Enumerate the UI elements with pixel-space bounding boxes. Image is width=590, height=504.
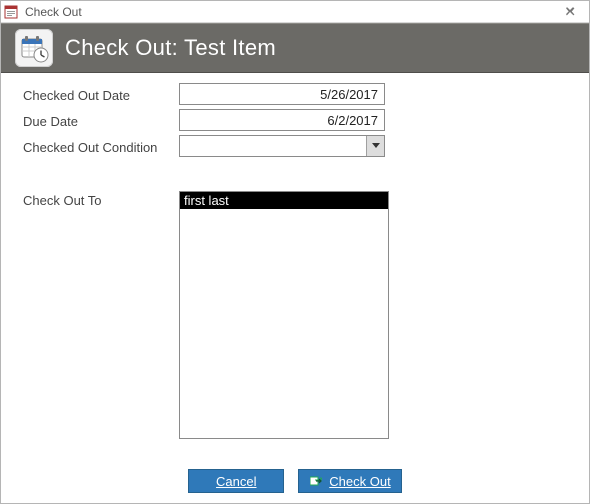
window-title: Check Out	[23, 5, 553, 19]
checked-out-date-input[interactable]	[179, 83, 385, 105]
form-icon	[3, 4, 19, 20]
check-out-to-listbox[interactable]: first last	[179, 191, 389, 439]
checked-out-date-label: Checked Out Date	[23, 86, 179, 103]
header-band: Check Out: Test Item	[1, 23, 589, 73]
header-title: Check Out: Test Item	[65, 35, 276, 61]
cancel-button-label: Cancel	[216, 474, 256, 489]
due-date-input[interactable]	[179, 109, 385, 131]
due-date-label: Due Date	[23, 112, 179, 129]
row-due-date: Due Date	[23, 109, 567, 131]
calendar-clock-icon	[15, 29, 53, 67]
button-row: Cancel Check Out	[1, 457, 589, 503]
close-button[interactable]	[557, 4, 585, 20]
cancel-button[interactable]: Cancel	[188, 469, 284, 493]
check-out-button[interactable]: Check Out	[298, 469, 401, 493]
titlebar: Check Out	[1, 1, 589, 23]
condition-value	[180, 136, 366, 156]
row-checked-out-date: Checked Out Date	[23, 83, 567, 105]
check-out-to-label: Check Out To	[23, 191, 179, 208]
condition-combobox[interactable]	[179, 135, 385, 157]
chevron-down-icon[interactable]	[366, 136, 384, 156]
check-out-button-label: Check Out	[329, 474, 390, 489]
form-area: Checked Out Date Due Date Checked Out Co…	[1, 73, 589, 457]
row-condition: Checked Out Condition	[23, 135, 567, 157]
checkout-action-icon	[309, 474, 323, 488]
checkout-dialog: Check Out Check Out: Tes	[0, 0, 590, 504]
list-item[interactable]: first last	[180, 192, 388, 209]
condition-label: Checked Out Condition	[23, 138, 179, 155]
row-check-out-to: Check Out To first last	[23, 191, 567, 439]
